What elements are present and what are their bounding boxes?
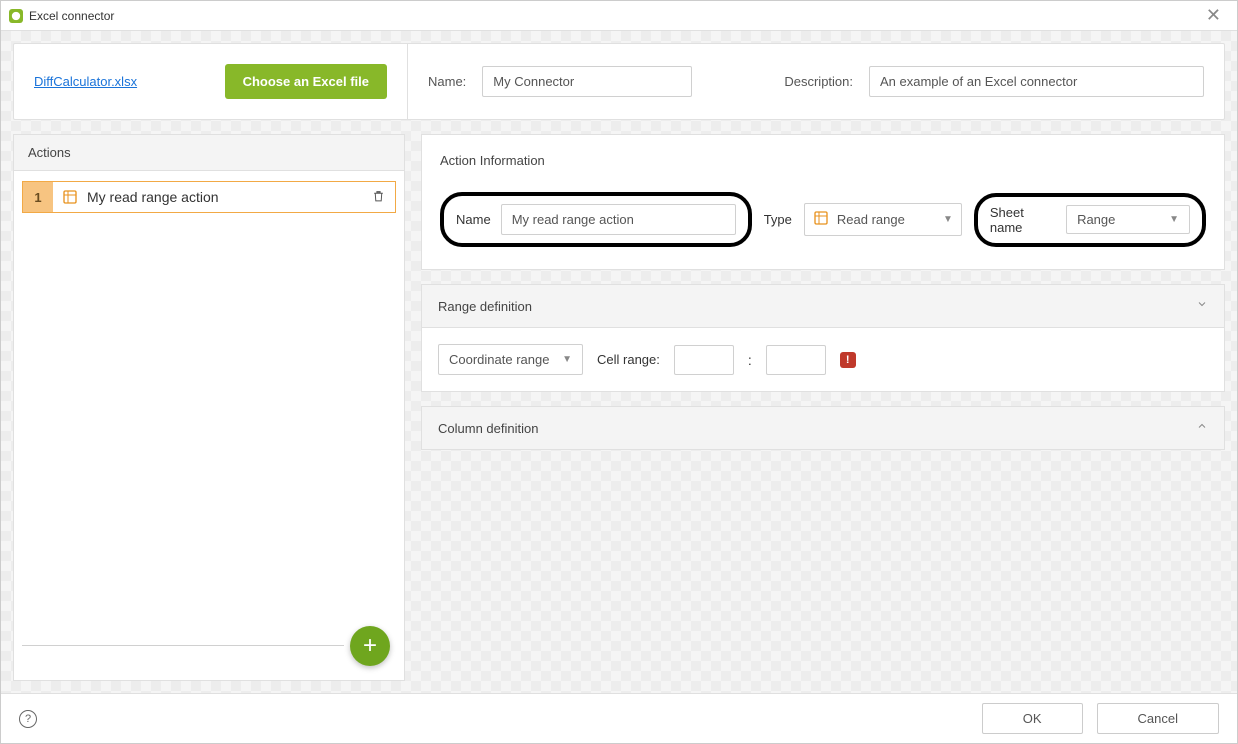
right-panel: Action Information Name Type Read range <box>421 134 1225 681</box>
action-info-title: Action Information <box>440 153 1206 168</box>
actions-body: 1 My read range action + <box>14 171 404 680</box>
footer: ? OK Cancel <box>1 693 1237 743</box>
help-icon[interactable]: ? <box>19 710 37 728</box>
range-separator: : <box>748 352 752 368</box>
chevron-up-icon <box>1196 419 1208 437</box>
chevron-down-icon: ▼ <box>562 354 572 365</box>
name-highlight: Name <box>440 192 752 247</box>
top-row: DiffCalculator.xlsx Choose an Excel file… <box>13 43 1225 120</box>
action-item[interactable]: 1 My read range action <box>22 181 396 213</box>
range-mode-value: Coordinate range <box>449 352 562 367</box>
titlebar: Excel connector ✕ <box>1 1 1237 31</box>
range-definition-title: Range definition <box>438 299 532 314</box>
connector-name-input[interactable] <box>482 66 692 97</box>
type-value: Read range <box>837 212 935 227</box>
chevron-down-icon: ▼ <box>1169 214 1179 225</box>
range-definition-header[interactable]: Range definition <box>422 285 1224 328</box>
cell-from-input[interactable] <box>674 345 734 375</box>
read-range-icon <box>61 188 79 206</box>
action-name-label: Name <box>456 212 491 227</box>
titlebar-title: Excel connector <box>29 9 114 23</box>
actions-panel: Actions 1 My read range action + <box>13 134 405 681</box>
read-range-icon <box>813 210 829 229</box>
sheet-name-label: Sheet name <box>990 205 1056 235</box>
connector-description-input[interactable] <box>869 66 1204 97</box>
action-info-card: Action Information Name Type Read range <box>421 134 1225 270</box>
cancel-button[interactable]: Cancel <box>1097 703 1219 734</box>
dialog-window: Excel connector ✕ DiffCalculator.xlsx Ch… <box>0 0 1238 744</box>
description-label: Description: <box>784 74 853 89</box>
action-name-input[interactable] <box>501 204 736 235</box>
chevron-down-icon <box>1196 297 1208 315</box>
sheet-name-select[interactable]: Range ▼ <box>1066 205 1190 234</box>
actions-header: Actions <box>14 135 404 171</box>
action-info-row: Name Type Read range ▼ Sheet nam <box>440 192 1206 247</box>
chevron-down-icon: ▼ <box>943 214 953 225</box>
close-icon[interactable]: ✕ <box>1198 5 1229 26</box>
cell-to-input[interactable] <box>766 345 826 375</box>
column-definition-header[interactable]: Column definition <box>422 407 1224 449</box>
sheet-name-value: Range <box>1077 212 1115 227</box>
main-row: Actions 1 My read range action + <box>13 134 1225 681</box>
name-label: Name: <box>428 74 466 89</box>
action-label: My read range action <box>87 189 362 205</box>
range-definition-card: Range definition Coordinate range ▼ Cell… <box>421 284 1225 392</box>
file-panel: DiffCalculator.xlsx Choose an Excel file <box>14 44 408 119</box>
choose-file-button[interactable]: Choose an Excel file <box>225 64 387 99</box>
type-label: Type <box>764 212 792 227</box>
error-icon: ! <box>840 352 856 368</box>
column-definition-card: Column definition <box>421 406 1225 450</box>
action-number: 1 <box>23 182 53 212</box>
column-definition-title: Column definition <box>438 421 538 436</box>
type-select[interactable]: Read range ▼ <box>804 203 962 236</box>
file-link[interactable]: DiffCalculator.xlsx <box>34 74 137 89</box>
content-area: DiffCalculator.xlsx Choose an Excel file… <box>1 31 1237 693</box>
sheet-highlight: Sheet name Range ▼ <box>974 193 1206 247</box>
cell-range-label: Cell range: <box>597 352 660 367</box>
range-definition-body: Coordinate range ▼ Cell range: : ! <box>422 328 1224 391</box>
range-mode-select[interactable]: Coordinate range ▼ <box>438 344 583 375</box>
delete-action-button[interactable] <box>362 189 395 206</box>
divider <box>22 645 344 646</box>
add-action-button[interactable]: + <box>350 626 390 666</box>
meta-panel: Name: Description: <box>408 44 1224 119</box>
app-icon <box>9 9 23 23</box>
ok-button[interactable]: OK <box>982 703 1083 734</box>
footer-buttons: OK Cancel <box>982 703 1219 734</box>
